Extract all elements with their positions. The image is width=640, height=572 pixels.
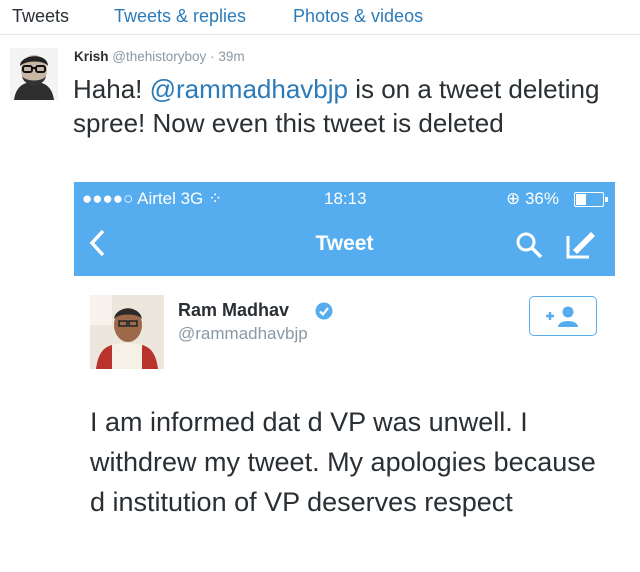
verified-badge-icon [315, 302, 333, 325]
embedded-tweet-text: I am informed dat d VP was unwell. I wit… [90, 407, 596, 517]
phone-status-bar: ●●●●○ Airtel 3G ⁘ 18:13 ⊕ 36% [74, 182, 615, 216]
embedded-avatar [90, 295, 164, 369]
tweet-text: Haha! @rammadhavbjp is on a tweet deleti… [73, 72, 613, 140]
battery-percent: ⊕ 36% [506, 189, 559, 208]
tab-tweets[interactable]: Tweets [12, 6, 69, 27]
battery-icon [574, 192, 608, 207]
separator-dot: · [210, 49, 215, 64]
author-avatar[interactable] [10, 48, 58, 100]
mention-link[interactable]: @rammadhavbjp [150, 74, 348, 104]
attached-screenshot[interactable]: ●●●●○ Airtel 3G ⁘ 18:13 ⊕ 36% Tweet Ram [74, 182, 615, 572]
author-name[interactable]: Krish [74, 49, 109, 64]
embedded-author-handle: @rammadhavbjp [178, 324, 308, 343]
tweet-time[interactable]: 39m [218, 49, 244, 64]
compose-icon [564, 230, 598, 260]
embedded-author-name: Ram Madhav [178, 300, 290, 320]
author-handle[interactable]: @thehistoryboy [112, 49, 206, 64]
status-time: 18:13 [324, 189, 367, 208]
follow-button [529, 296, 597, 336]
follow-user-icon [546, 306, 578, 327]
profile-tabs: Tweets Tweets & replies Photos & videos [0, 0, 640, 35]
tweet-text-before: Haha! [73, 74, 150, 104]
carrier-signal: ●●●●○ Airtel 3G ⁘ [82, 189, 223, 208]
tweet-header: Krish @thehistoryboy · 39m [74, 49, 245, 64]
phone-nav-bar: Tweet [74, 216, 615, 276]
tab-tweets-and-replies[interactable]: Tweets & replies [114, 6, 246, 27]
tab-photos-and-videos[interactable]: Photos & videos [293, 6, 423, 27]
search-icon [514, 230, 544, 260]
